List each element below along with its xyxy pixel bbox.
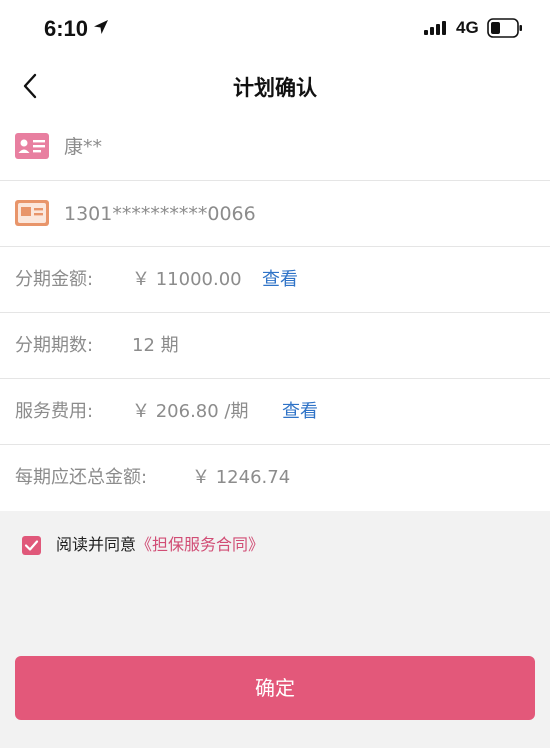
- periods-label: 分期期数:: [15, 335, 94, 356]
- confirm-button[interactable]: 确定: [15, 656, 535, 720]
- amount-row: 分期金额: ￥ 11000.00 查看: [0, 247, 550, 313]
- status-time: 6:10: [44, 16, 89, 41]
- periods-value: 12 期: [132, 335, 179, 356]
- card-row: 1301**********0066: [0, 181, 550, 247]
- status-bar: 6:10 4G: [0, 0, 550, 58]
- amount-value: ￥ 11000.00: [132, 269, 242, 290]
- total-value: ￥ 1246.74: [192, 467, 291, 488]
- checkmark-icon: [24, 540, 39, 551]
- name-row: 康**: [0, 114, 550, 181]
- nav-bar: 计划确认: [0, 58, 550, 114]
- total-label: 每期应还总金额:: [15, 467, 148, 488]
- view-fee-link[interactable]: 查看: [282, 379, 318, 445]
- view-amount-link[interactable]: 查看: [262, 247, 298, 313]
- bank-card-icon: [15, 200, 49, 226]
- periods-row: 分期期数: 12 期: [0, 313, 550, 379]
- page-title: 计划确认: [233, 76, 317, 100]
- agreement-text: 阅读并同意《担保服务合同》: [56, 534, 264, 556]
- user-name: 康**: [64, 136, 103, 158]
- cellular-signal-icon: [424, 21, 446, 35]
- agreement-label: 阅读并同意: [56, 535, 137, 554]
- fee-row: 服务费用: ￥ 206.80 /期 查看: [0, 379, 550, 445]
- network-type: 4G: [456, 18, 479, 37]
- fee-label: 服务费用:: [15, 401, 94, 422]
- battery-icon: [487, 18, 522, 38]
- total-row: 每期应还总金额: ￥ 1246.74: [0, 445, 550, 511]
- id-card-icon: [15, 133, 49, 159]
- agreement-checkbox[interactable]: [22, 536, 41, 555]
- card-number: 1301**********0066: [64, 203, 256, 225]
- fee-value: ￥ 206.80 /期: [132, 401, 249, 422]
- amount-label: 分期金额:: [15, 269, 94, 290]
- location-arrow-icon: [94, 20, 108, 34]
- plan-card: 康** 1301**********0066 分期金额: ￥ 11000.00 …: [0, 114, 550, 511]
- contract-link[interactable]: 《担保服务合同》: [136, 535, 264, 554]
